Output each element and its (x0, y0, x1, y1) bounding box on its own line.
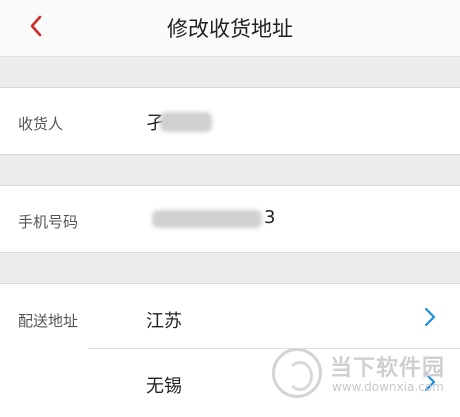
address-label: 配送地址 (18, 312, 79, 330)
redaction-blur (160, 112, 212, 132)
watermark-url: www.downxia.com (332, 380, 444, 394)
city-value: 无锡 (146, 376, 182, 397)
chevron-right-icon (424, 307, 436, 327)
section-gap (0, 155, 460, 185)
watermark-logo-icon (272, 348, 322, 398)
watermark: 当下软件园 www.downxia.com (270, 346, 460, 406)
section-gap (0, 57, 460, 87)
phone-row[interactable]: 手机号码 3 (0, 185, 460, 253)
phone-label: 手机号码 (18, 213, 79, 231)
province-value: 江苏 (146, 311, 182, 332)
page-title: 修改收货地址 (167, 17, 293, 41)
redaction-blur (152, 210, 262, 228)
header-bar: 修改收货地址 (0, 0, 460, 57)
section-gap (0, 253, 460, 283)
watermark-name: 当下软件园 (330, 356, 446, 381)
receiver-label: 收货人 (18, 115, 64, 133)
phone-number-value: 3 (264, 207, 276, 228)
receiver-row[interactable]: 收货人 孑 (0, 87, 460, 155)
province-selector[interactable]: 江苏 (130, 284, 460, 348)
